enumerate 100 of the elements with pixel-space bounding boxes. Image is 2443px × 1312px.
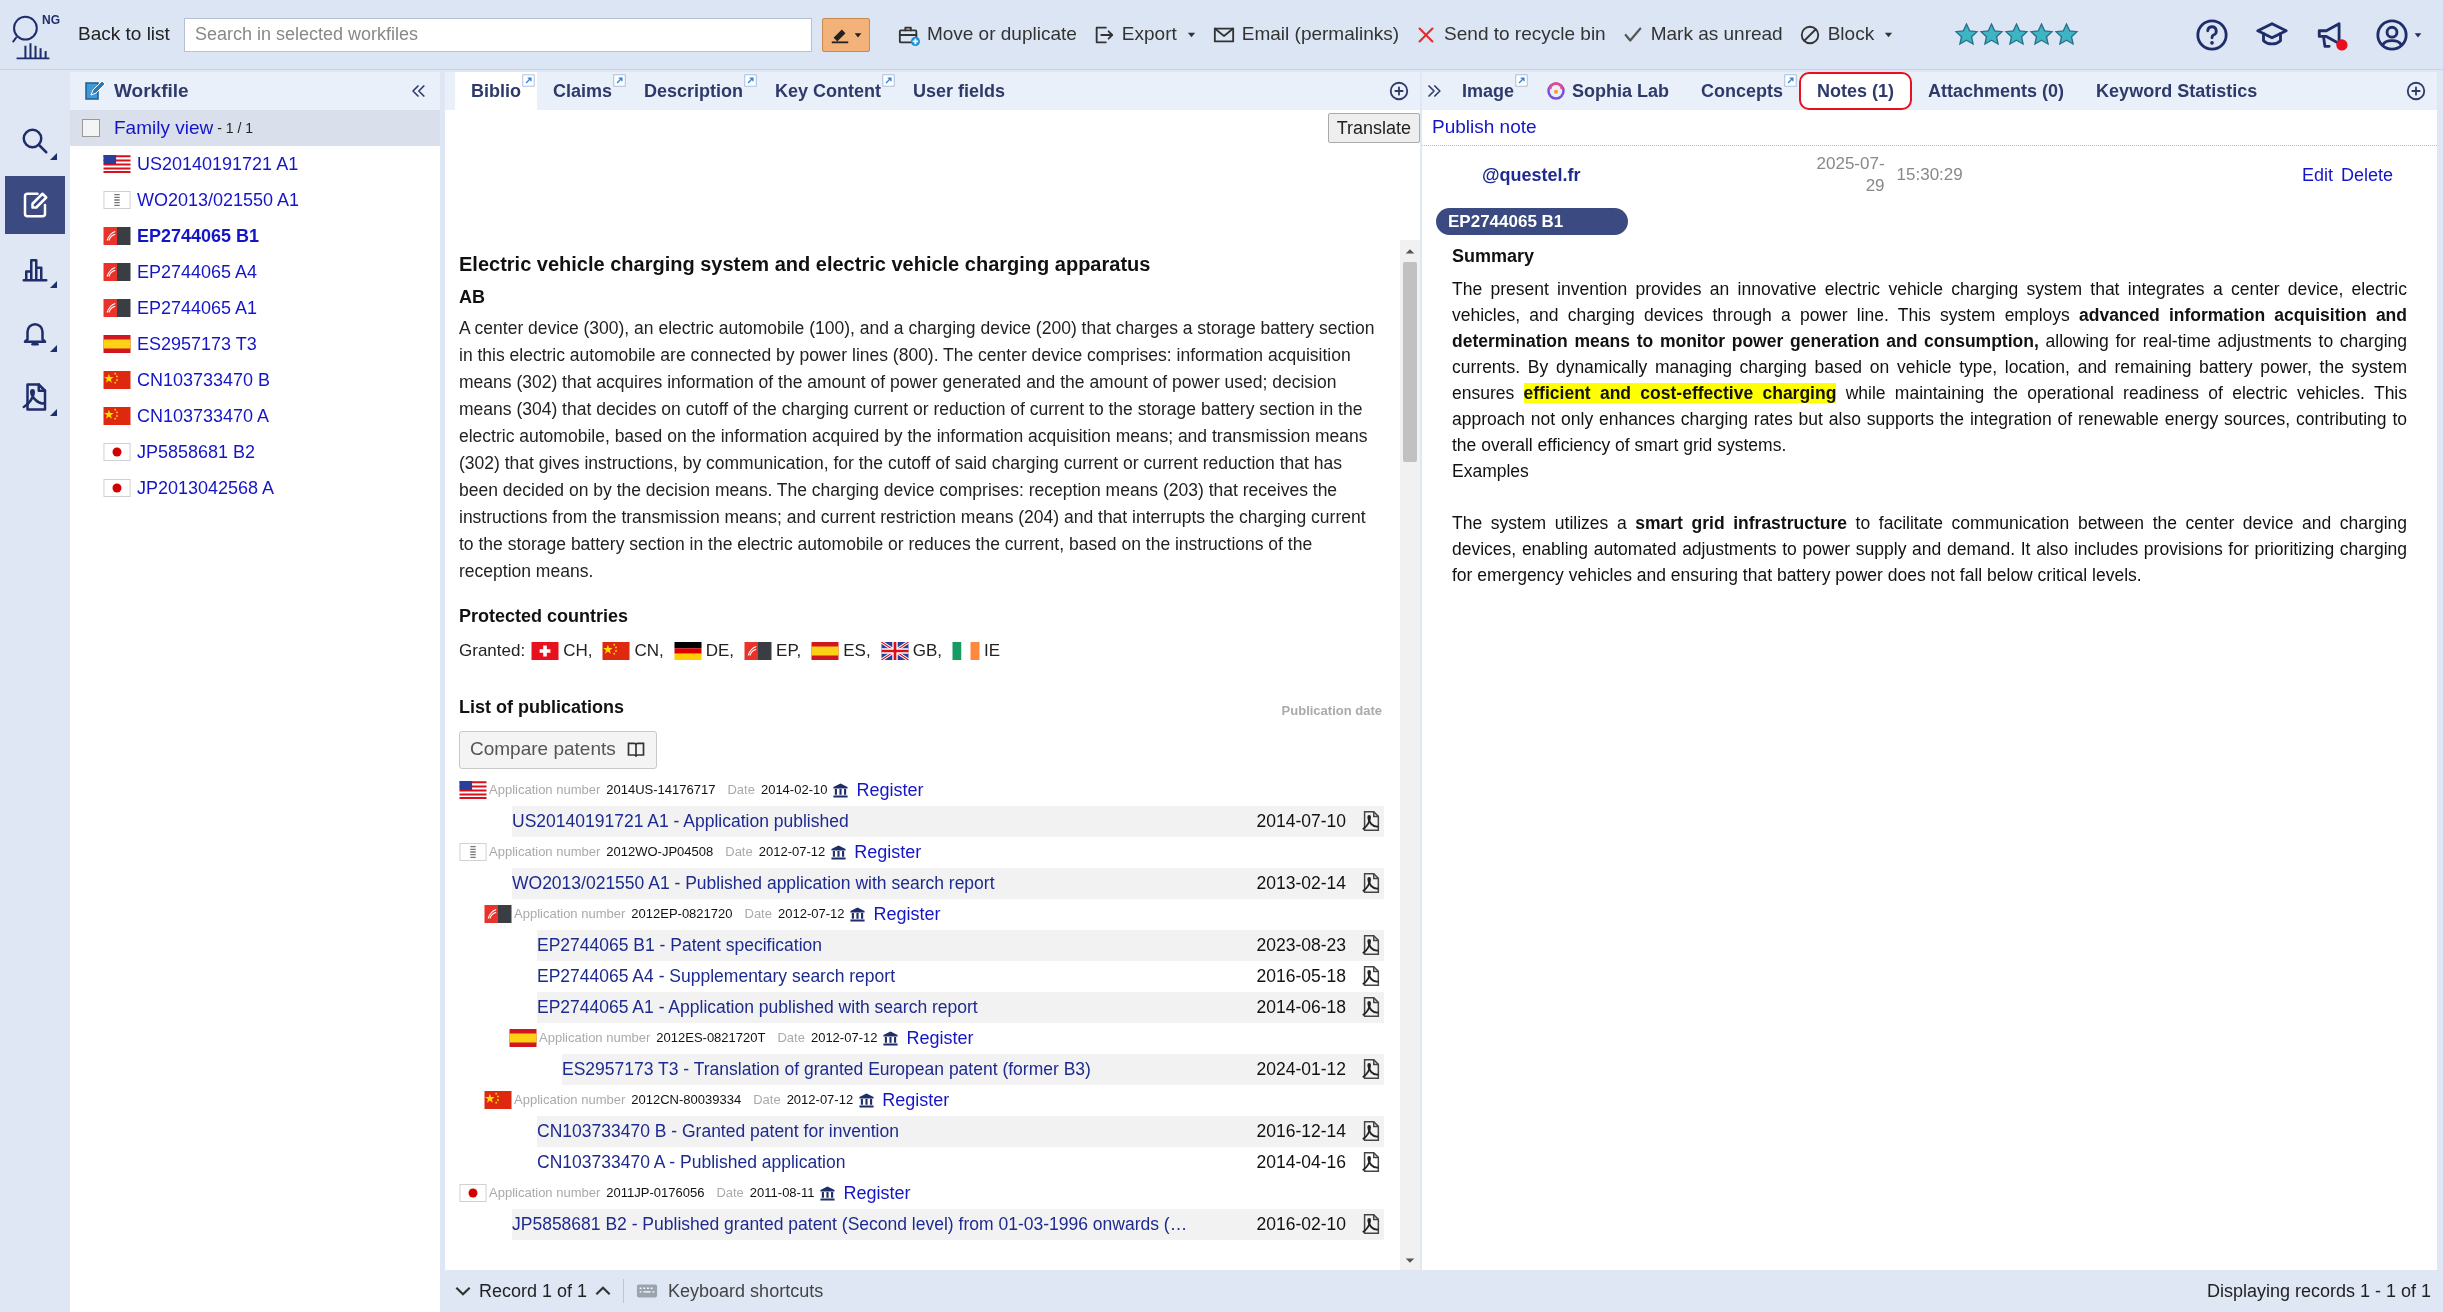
- family-member-link[interactable]: ES2957173 T3: [137, 330, 257, 358]
- translate-button[interactable]: Translate: [1327, 113, 1420, 143]
- edit-link[interactable]: Edit: [2301, 161, 2333, 189]
- family-member-link[interactable]: CN103733470 B: [137, 366, 271, 394]
- tab[interactable]: Attachments (0): [1912, 72, 2081, 110]
- toolbar-button[interactable]: Export: [1092, 20, 1197, 49]
- register-link[interactable]: Register: [873, 900, 941, 928]
- popout-icon[interactable]: [1784, 74, 1798, 87]
- star-rating[interactable]: [1954, 22, 2080, 47]
- note-date: 2025-07-29: [1815, 153, 1885, 197]
- family-member-link[interactable]: US20140191721 A1: [137, 150, 299, 178]
- publication-link[interactable]: CN103733470 A - Published application: [537, 1148, 846, 1176]
- star-icon: [2004, 22, 2030, 47]
- search-field[interactable]: Search in selected workfiles: [183, 17, 812, 52]
- highlighter-button[interactable]: [821, 17, 870, 52]
- tab[interactable]: Sophia Lab: [1530, 72, 1686, 110]
- note-paragraph: The system utilizes a smart grid infrastructure to facilitate communication between the center device and charging devices, enabling automated adjustments to power supply and demand. It also includes provisions for prioritizing charging for emergency vehicles and ensuring that battery power does not fall below critical levels.: [1452, 512, 2407, 587]
- user-menu-button[interactable]: [2375, 17, 2423, 52]
- register-link[interactable]: Register: [882, 1086, 950, 1114]
- application-number: 2014US-14176717: [606, 781, 716, 800]
- popout-icon[interactable]: [522, 74, 535, 87]
- family-member-link[interactable]: JP2013042568 A: [137, 474, 275, 502]
- publication-link[interactable]: EP2744065 B1 - Patent specification: [537, 931, 823, 959]
- flag-icon: [673, 641, 702, 660]
- checkbox[interactable]: [82, 119, 100, 137]
- flag-icon: [952, 641, 980, 660]
- family-member-link[interactable]: WO2013/021550 A1: [137, 186, 300, 214]
- publish-note-link[interactable]: Publish note: [1432, 113, 1537, 142]
- tab[interactable]: Notes (1): [1799, 72, 1913, 110]
- family-member-link[interactable]: EP2744065 B1: [137, 222, 260, 250]
- keyboard-shortcuts-link[interactable]: Keyboard shortcuts: [636, 1277, 824, 1305]
- flag-icon: [509, 1029, 537, 1047]
- pdf-icon[interactable]: [1360, 872, 1382, 894]
- popout-icon[interactable]: [613, 74, 627, 87]
- sidebar-button[interactable]: [5, 176, 65, 234]
- popout-icon[interactable]: [744, 74, 758, 87]
- publication-link[interactable]: ES2957173 T3 - Translation of granted European patent (former B3): [562, 1055, 1091, 1083]
- toolbar-button[interactable]: Email (permalinks): [1212, 20, 1400, 49]
- pdf-icon[interactable]: [1360, 1058, 1382, 1080]
- pdf-icon[interactable]: [1360, 1151, 1382, 1173]
- tab[interactable]: User fields: [897, 72, 1022, 110]
- pdf-icon[interactable]: [1360, 1120, 1382, 1142]
- family-member-link[interactable]: JP5858681 B2: [137, 438, 256, 466]
- add-icon[interactable]: [2405, 80, 2427, 102]
- popout-icon[interactable]: [882, 74, 896, 87]
- toolbar-button[interactable]: Mark as unread: [1621, 20, 1783, 49]
- tab[interactable]: Concepts: [1685, 72, 1800, 110]
- publication-date: 2024-01-12: [1255, 1057, 1346, 1081]
- pdf-icon[interactable]: [1360, 996, 1382, 1018]
- tab[interactable]: Description: [628, 72, 760, 110]
- section-label: AB: [459, 286, 486, 309]
- publication-link[interactable]: CN103733470 B - Granted patent for invention: [537, 1117, 899, 1145]
- family-view-link[interactable]: Family view: [114, 113, 214, 143]
- note-heading: Summary: [1452, 245, 1536, 268]
- publication-link[interactable]: EP2744065 A1 - Application published with search report: [537, 993, 978, 1021]
- field-label: Application number: [489, 781, 601, 800]
- application-date: 2011-08-11: [749, 1184, 815, 1203]
- publication-link[interactable]: US20140191721 A1 - Application published: [512, 807, 849, 835]
- note-author: @questel.fr: [1482, 163, 1581, 187]
- tab[interactable]: Image: [1446, 72, 1531, 110]
- family-member-link[interactable]: CN103733470 A: [137, 402, 270, 430]
- tab[interactable]: Keyword Statistics: [2080, 72, 2274, 110]
- delete-link[interactable]: Delete: [2340, 161, 2393, 189]
- register-link[interactable]: Register: [854, 838, 922, 866]
- add-icon[interactable]: [1388, 80, 1410, 102]
- family-view-row[interactable]: Family view - 1 / 1: [70, 110, 440, 146]
- application-number: 2012ES-0821720T: [656, 1029, 766, 1048]
- register-link[interactable]: Register: [906, 1024, 974, 1052]
- flag-icon: [103, 335, 131, 353]
- compare-button[interactable]: Compare patents: [459, 730, 657, 769]
- publication-date: 2013-02-14: [1255, 871, 1346, 895]
- tab[interactable]: Claims: [537, 72, 629, 110]
- publication-link[interactable]: JP5858681 B2 - Published granted patent (Second level) from 01-03-1996 onwards (…: [512, 1210, 1188, 1238]
- country-code: DE,: [705, 640, 735, 662]
- flag-icon: [103, 443, 131, 461]
- family-member-link[interactable]: EP2744065 A4: [137, 258, 258, 286]
- tab[interactable]: Biblio: [455, 72, 537, 110]
- field-label: Application number: [514, 1091, 626, 1110]
- bank-icon: [819, 1184, 837, 1202]
- pdf-icon[interactable]: [1360, 1213, 1382, 1235]
- pdf-icon[interactable]: [1360, 965, 1382, 987]
- bank-icon: [849, 905, 867, 923]
- popout-icon[interactable]: [1515, 74, 1529, 87]
- register-link[interactable]: Register: [843, 1179, 911, 1207]
- scroll-thumb[interactable]: [1403, 262, 1417, 462]
- pdf-icon[interactable]: [1360, 934, 1382, 956]
- family-member-link[interactable]: EP2744065 A1: [137, 294, 258, 322]
- toolbar-button[interactable]: Block: [1798, 20, 1895, 49]
- toolbar-button[interactable]: Send to recycle bin: [1415, 20, 1606, 49]
- pdf-icon[interactable]: [1360, 810, 1382, 832]
- flag-icon: [103, 371, 131, 389]
- register-link[interactable]: Register: [856, 776, 924, 804]
- publication-link[interactable]: WO2013/021550 A1 - Published application with search report: [512, 869, 995, 897]
- back-link[interactable]: Back to list: [78, 20, 170, 49]
- edit-icon: [82, 79, 106, 103]
- help-icon[interactable]: [2195, 17, 2229, 52]
- publication-link[interactable]: EP2744065 A4 - Supplementary search report: [537, 962, 895, 990]
- toolbar-button[interactable]: Move or duplicate: [897, 20, 1077, 49]
- scrollbar[interactable]: [1400, 240, 1420, 1270]
- tab[interactable]: Key Content: [759, 72, 898, 110]
